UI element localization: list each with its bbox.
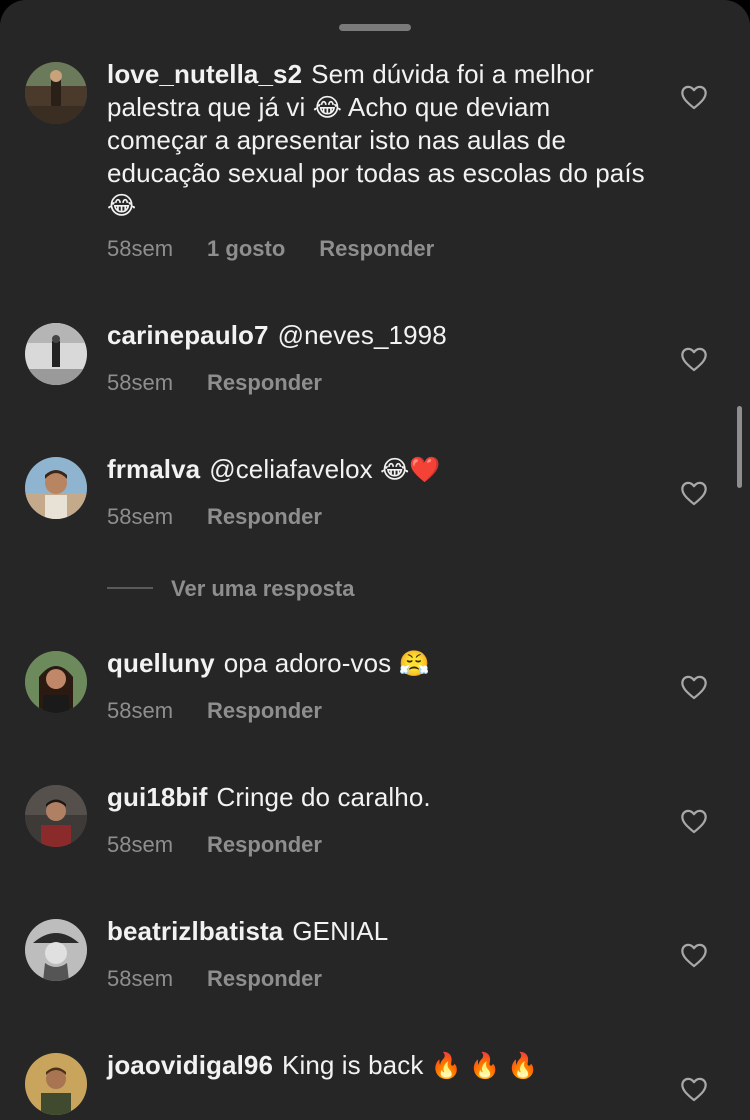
avatar[interactable]	[25, 62, 87, 124]
avatar-image	[25, 323, 87, 385]
heart-outline-icon[interactable]	[680, 674, 708, 700]
avatar-image	[25, 785, 87, 847]
laughing-emoji: 😂	[107, 192, 137, 220]
heart-outline-icon[interactable]	[680, 808, 708, 834]
comment-username[interactable]: quelluny	[107, 648, 215, 678]
comment-body: GENIAL	[292, 916, 389, 946]
avatar[interactable]	[25, 457, 87, 519]
comment-body: King is back	[282, 1050, 424, 1080]
comment-meta: 58sem Responder	[107, 370, 322, 396]
comment-timestamp: 58sem	[107, 504, 174, 529]
avatar-image	[25, 651, 87, 713]
avatar-image	[25, 1053, 87, 1115]
comments-sheet: love_nutella_s2 Sem dúvida foi a melhor p…	[0, 0, 750, 1120]
reply-button[interactable]: Responder	[207, 698, 322, 723]
avatar[interactable]	[25, 785, 87, 847]
comment-text: love_nutella_s2 Sem dúvida foi a melhor p…	[107, 58, 655, 223]
reply-button[interactable]: Responder	[207, 832, 322, 857]
replies-divider-line	[107, 587, 153, 590]
comment-timestamp: 58sem	[107, 832, 174, 857]
comment-timestamp: 58sem	[107, 966, 174, 991]
heart-outline-icon[interactable]	[680, 346, 708, 372]
comment-timestamp: 58sem	[107, 236, 174, 261]
comment-body: @neves_1998	[277, 320, 447, 350]
comment-meta: 58sem Responder	[107, 966, 322, 992]
reply-button[interactable]: Responder	[207, 370, 322, 395]
comment-text: joaovidigal96 King is back 🔥 🔥 🔥	[107, 1049, 655, 1083]
comment-meta: 58sem Responder	[107, 832, 322, 858]
avatar[interactable]	[25, 323, 87, 385]
reply-button[interactable]: Responder	[207, 504, 322, 529]
comment-meta: 58sem Responder	[107, 504, 322, 530]
comment-text: frmalva @celiafavelox 😂❤️	[107, 453, 655, 487]
fire-emoji: 🔥 🔥 🔥	[430, 1052, 539, 1080]
avatar[interactable]	[25, 651, 87, 713]
view-replies-label[interactable]: Ver uma resposta	[171, 576, 354, 601]
comment-meta: 58sem 1 gosto Responder	[107, 236, 434, 262]
comment-timestamp: 58sem	[107, 698, 174, 723]
laughing-emoji: 😂	[312, 93, 342, 122]
heart-outline-icon[interactable]	[680, 1076, 708, 1102]
comment-text: gui18bif Cringe do caralho.	[107, 781, 655, 814]
comment-timestamp: 58sem	[107, 370, 174, 395]
laughing-heart-emoji: 😂❤️	[380, 456, 441, 484]
comment-body: @celiafavelox	[209, 454, 373, 484]
comment-text: beatrizlbatista GENIAL	[107, 915, 655, 948]
avatar-image	[25, 457, 87, 519]
heart-outline-icon[interactable]	[680, 480, 708, 506]
comment-text: carinepaulo7 @neves_1998	[107, 319, 655, 352]
heart-outline-icon[interactable]	[680, 942, 708, 968]
reply-button[interactable]: Responder	[207, 966, 322, 991]
comment-username[interactable]: carinepaulo7	[107, 320, 269, 350]
sheet-drag-handle[interactable]	[339, 24, 411, 31]
comment-username[interactable]: beatrizlbatista	[107, 916, 283, 946]
comment-meta: 58sem Responder	[107, 698, 322, 724]
comment-username[interactable]: love_nutella_s2	[107, 59, 302, 89]
comment-username[interactable]: gui18bif	[107, 782, 207, 812]
comment-body: Cringe do caralho.	[216, 782, 431, 812]
heart-outline-icon[interactable]	[680, 84, 708, 110]
comment-username[interactable]: frmalva	[107, 454, 200, 484]
comment-text: quelluny opa adoro-vos 😤	[107, 647, 655, 681]
steam-face-emoji: 😤	[398, 650, 430, 678]
reply-button[interactable]: Responder	[319, 236, 434, 261]
comment-username[interactable]: joaovidigal96	[107, 1050, 273, 1080]
scrollbar[interactable]	[737, 406, 742, 488]
comment-body: opa adoro-vos	[223, 648, 392, 678]
avatar[interactable]	[25, 919, 87, 981]
view-replies-button[interactable]: Ver uma resposta	[107, 576, 354, 602]
avatar-image	[25, 919, 87, 981]
avatar[interactable]	[25, 1053, 87, 1115]
comment-like-count[interactable]: 1 gosto	[207, 236, 285, 261]
avatar-image	[25, 62, 87, 124]
